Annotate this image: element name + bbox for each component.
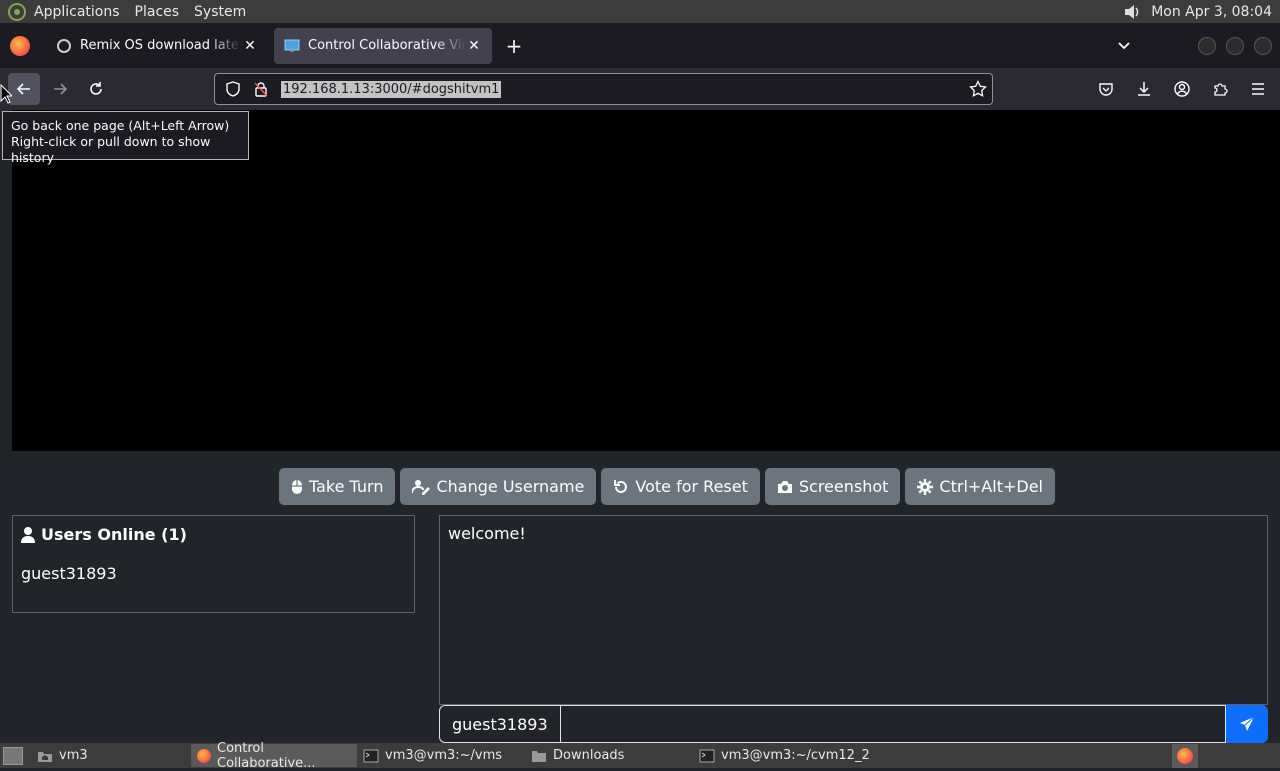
firefox-tray-icon: [1177, 747, 1193, 764]
tab-title: Control Collaborative Virtual: [308, 38, 466, 53]
forward-button[interactable]: [44, 73, 76, 105]
tab-title: Remix OS download latest v: [80, 38, 242, 53]
users-online-title: Users Online (1): [41, 525, 187, 544]
paper-plane-icon: [1240, 716, 1255, 731]
vm-controls: Take Turn Change Username Vote for Reset…: [279, 468, 1055, 505]
users-list: guest31893: [21, 564, 406, 583]
taskbar-item-label: Control Collaborative...: [217, 740, 316, 771]
taskbar-item-terminal-cvm[interactable]: vm3@vm3:~/cvm12_2: [693, 744, 870, 767]
taskbar-item-vm3[interactable]: vm3: [31, 744, 191, 767]
reload-button[interactable]: [80, 73, 112, 105]
taskbar-item-label: Downloads: [553, 748, 625, 763]
clock[interactable]: Mon Apr 3, 08:04: [1151, 4, 1272, 20]
take-turn-button[interactable]: Take Turn: [279, 468, 396, 505]
monitor-favicon-icon: [284, 39, 300, 52]
account-button[interactable]: [1166, 73, 1198, 105]
mouse-icon: [292, 479, 302, 494]
change-username-label: Change Username: [436, 477, 585, 496]
distro-logo-icon[interactable]: [8, 2, 26, 21]
folder-icon: [532, 750, 546, 762]
url-text[interactable]: 192.168.1.13:3000/#dogshitvm1: [281, 80, 502, 98]
tooltip-line: Go back one page (Alt+Left Arrow): [11, 118, 230, 133]
user-list-item[interactable]: guest31893: [21, 564, 406, 583]
url-bar[interactable]: 192.168.1.13:3000/#dogshitvm1: [214, 73, 993, 105]
taskbar-item-label: vm3@vm3:~/cvm12_2: [721, 748, 870, 763]
tab-control-collaborative[interactable]: Control Collaborative Virtual ✕: [274, 27, 492, 64]
send-button[interactable]: [1226, 705, 1268, 743]
page-content: Take Turn Change Username Vote for Reset…: [0, 110, 1280, 743]
user-icon: [21, 526, 35, 543]
arrow-right-icon: [54, 83, 68, 95]
account-icon: [1174, 81, 1190, 97]
chat-username-label: guest31893: [439, 705, 560, 743]
terminal-icon: [363, 749, 379, 762]
firefox-icon: [197, 748, 211, 763]
vote-for-reset-button[interactable]: Vote for Reset: [601, 468, 760, 505]
mouse-cursor-icon: [0, 84, 12, 104]
chat-message: welcome!: [448, 524, 526, 543]
menu-places[interactable]: Places: [135, 4, 180, 20]
home-folder-icon: [38, 751, 52, 762]
firefox-view-icon[interactable]: [10, 35, 30, 56]
chat-input[interactable]: [559, 705, 1226, 743]
menu-applications[interactable]: Applications: [34, 4, 120, 20]
top-panel: Applications Places System Mon Apr 3, 08…: [0, 0, 1280, 23]
back-button[interactable]: [8, 73, 40, 105]
ctrl-alt-del-label: Ctrl+Alt+Del: [939, 477, 1043, 496]
list-all-tabs-button[interactable]: [1110, 32, 1138, 60]
tab-close-icon[interactable]: ✕: [466, 38, 482, 54]
show-desktop-button[interactable]: [3, 746, 23, 765]
pocket-button[interactable]: [1090, 73, 1122, 105]
tooltip-line: Right-click or pull down to show history: [11, 134, 211, 165]
menu-system[interactable]: System: [194, 4, 246, 20]
user-pen-icon: [412, 479, 431, 495]
maximize-button[interactable]: [1226, 36, 1244, 55]
chat-messages: welcome!: [439, 515, 1268, 705]
close-window-button[interactable]: [1254, 36, 1272, 55]
chevron-down-icon: [1118, 41, 1130, 49]
new-tab-button[interactable]: +: [500, 32, 528, 60]
minimize-button[interactable]: [1198, 36, 1216, 55]
puzzle-icon: [1214, 83, 1228, 96]
taskbar-item-label: vm3@vm3:~/vms: [385, 748, 503, 763]
taskbar-item-firefox[interactable]: Control Collaborative...: [191, 741, 357, 771]
vote-for-reset-label: Vote for Reset: [635, 477, 748, 496]
volume-icon[interactable]: [1123, 3, 1141, 21]
chat-input-row: guest31893: [439, 705, 1268, 743]
bookmark-star-icon[interactable]: [964, 75, 992, 103]
back-button-tooltip: Go back one page (Alt+Left Arrow) Right-…: [2, 111, 249, 165]
tracking-shield-icon[interactable]: [221, 77, 245, 101]
ctrl-alt-del-button[interactable]: Ctrl+Alt+Del: [905, 468, 1055, 505]
nav-toolbar: 192.168.1.13:3000/#dogshitvm1: [0, 68, 1280, 110]
change-username-button[interactable]: Change Username: [400, 468, 597, 505]
rotate-left-icon: [614, 479, 628, 493]
tab-close-icon[interactable]: ✕: [242, 38, 258, 54]
bottom-taskbar: vm3 Control Collaborative... vm3@vm3:~/v…: [0, 741, 1280, 771]
app-menu-button[interactable]: [1242, 73, 1274, 105]
extensions-button[interactable]: [1204, 73, 1236, 105]
gear-icon: [917, 478, 934, 495]
tab-favicon-icon: [57, 38, 71, 53]
arrow-left-icon: [16, 83, 30, 95]
screenshot-button[interactable]: Screenshot: [764, 468, 901, 505]
users-online-heading: Users Online (1): [21, 525, 406, 544]
reload-icon: [90, 82, 102, 95]
taskbar-item-terminal-vms[interactable]: vm3@vm3:~/vms: [357, 744, 525, 767]
tab-strip: Remix OS download latest v ✕ Control Col…: [0, 23, 1280, 68]
users-online-panel: Users Online (1) guest31893: [12, 515, 415, 613]
terminal-icon: [699, 749, 715, 762]
downloads-button[interactable]: [1128, 73, 1160, 105]
tab-remix-os[interactable]: Remix OS download latest v ✕: [46, 28, 268, 64]
taskbar-item-label: vm3: [59, 748, 88, 763]
take-turn-label: Take Turn: [309, 477, 384, 496]
insecure-lock-icon[interactable]: [249, 77, 273, 101]
camera-icon: [777, 480, 792, 493]
workspace-switcher[interactable]: [1172, 743, 1198, 768]
taskbar-item-downloads[interactable]: Downloads: [525, 744, 693, 767]
screenshot-label: Screenshot: [798, 477, 889, 496]
hamburger-menu-icon: [1252, 83, 1264, 95]
pocket-icon: [1099, 83, 1113, 96]
download-icon: [1138, 82, 1150, 96]
